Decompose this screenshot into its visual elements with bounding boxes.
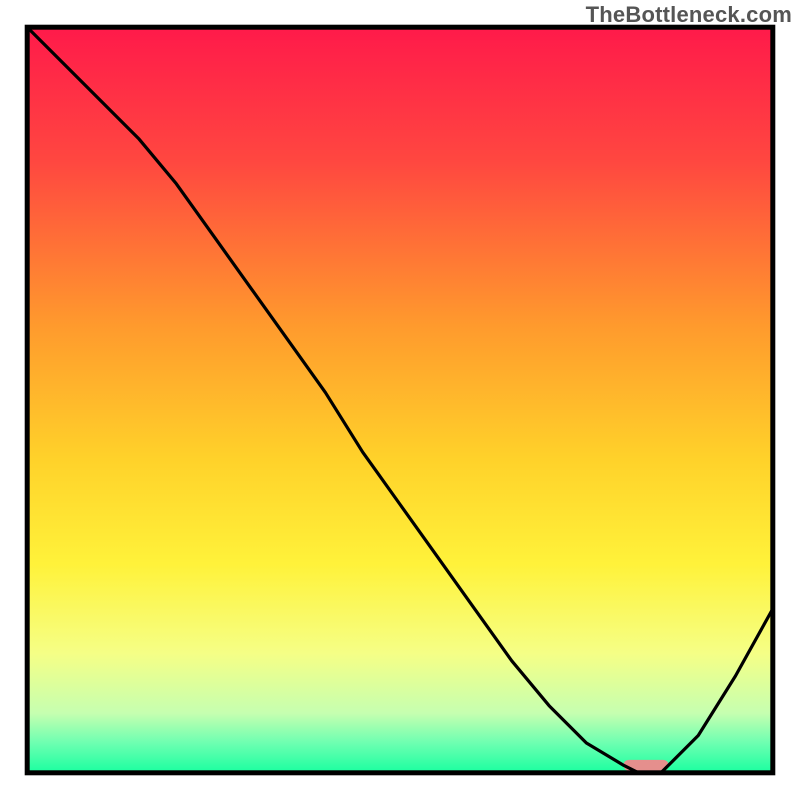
chart-frame: TheBottleneck.com bbox=[0, 0, 800, 800]
bottleneck-curve-chart bbox=[0, 0, 800, 800]
watermark-text: TheBottleneck.com bbox=[586, 2, 792, 28]
